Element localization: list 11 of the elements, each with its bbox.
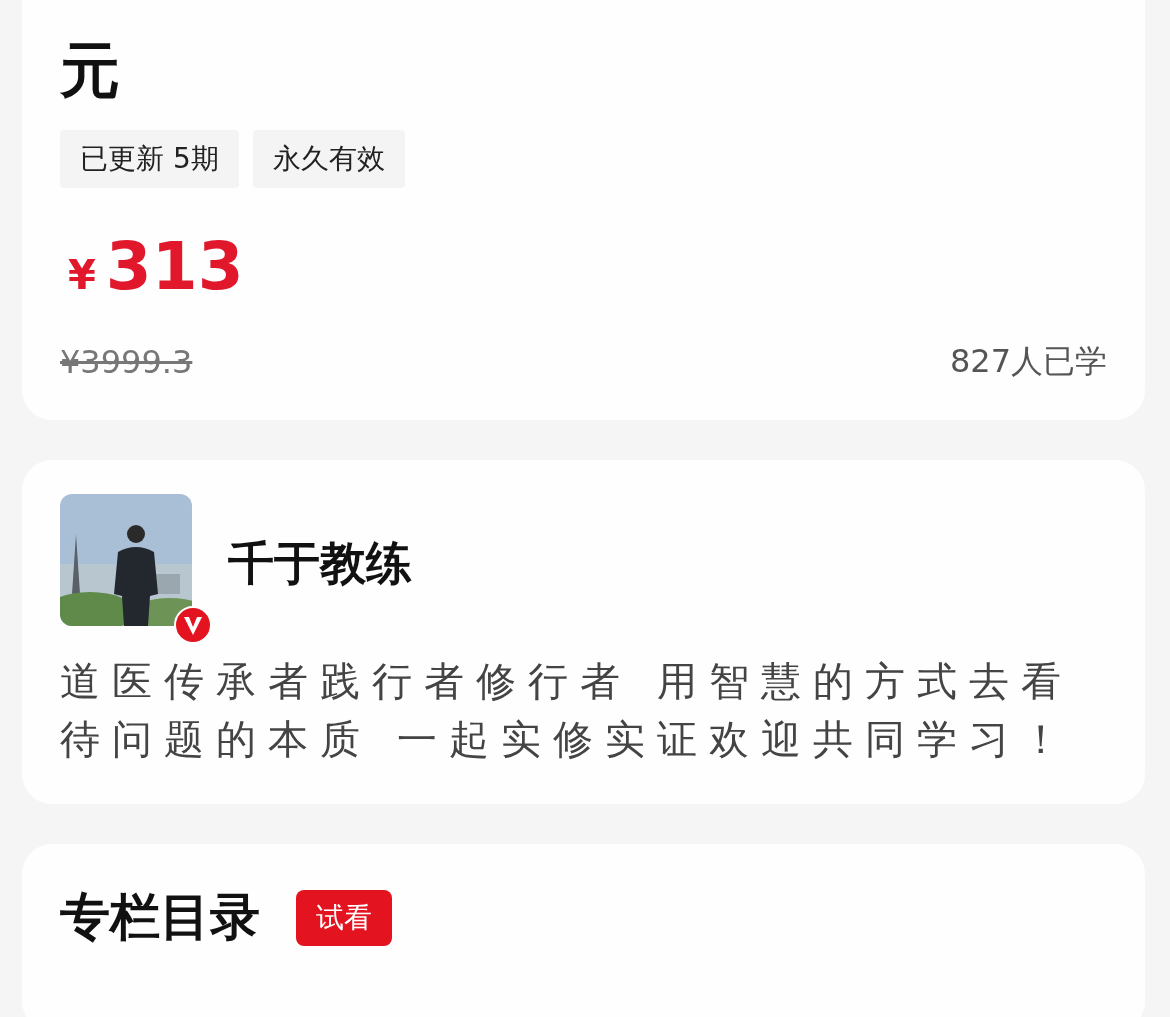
learner-count: 827人已学 [949, 341, 1107, 382]
original-price: ¥3999.3 [60, 343, 193, 381]
currency-symbol: ¥ [68, 252, 96, 298]
course-title: 元 [60, 34, 121, 107]
course-tag: 已更新 5期 [60, 130, 239, 188]
price: 313 [105, 228, 244, 305]
course-tag: 永久有效 [252, 130, 405, 188]
catalog-title: 专栏目录 [60, 887, 260, 948]
teacher-bio: 道医传承者践行者修行者 用智慧的方式去看待问题的本质 一起实修实证欢迎共同学习！ [60, 657, 1074, 764]
preview-badge: 试看 [296, 889, 392, 946]
teacher-name: 千于教练 [228, 535, 412, 592]
